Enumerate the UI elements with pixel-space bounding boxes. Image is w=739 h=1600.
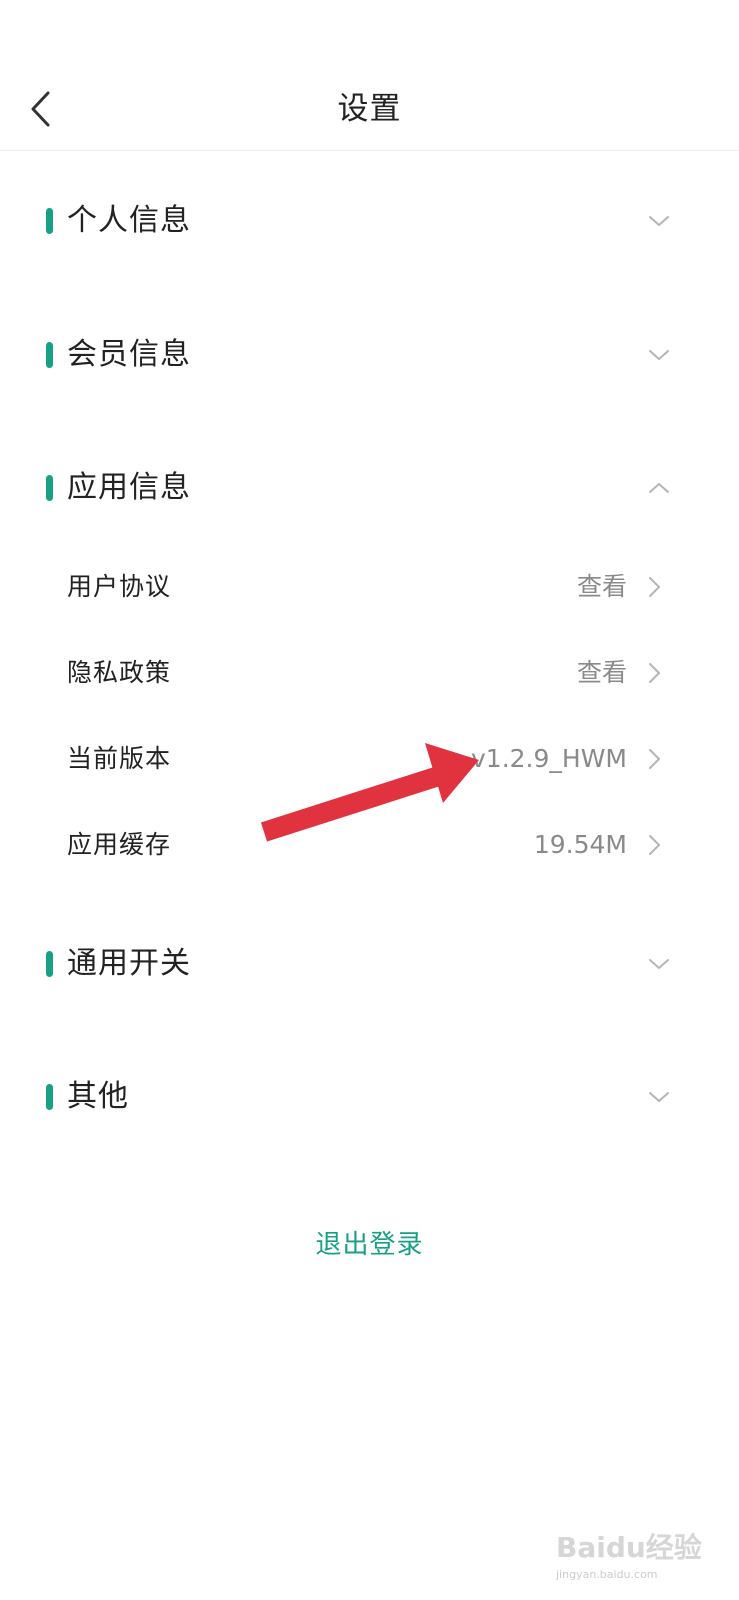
baidu-watermark-logo: Baidu经验 jingyan.baidu.com <box>556 1504 726 1584</box>
watermark-text: Baidu经验 <box>556 1531 702 1564</box>
section-other[interactable]: 其他 <box>0 1062 739 1132</box>
settings-page: 设置 个人信息 会员信息 应用信息 用户协议 查看 隐私政策 查看 当前版本 v… <box>0 0 739 1600</box>
cache-size-value: 19.54M <box>533 830 627 859</box>
chevron-right-icon <box>645 746 663 772</box>
row-label: 用户协议 <box>67 572 172 601</box>
row-user-agreement[interactable]: 用户协议 查看 <box>0 557 739 617</box>
row-app-cache[interactable]: 应用缓存 19.54M <box>0 815 739 875</box>
chevron-down-icon <box>646 952 672 976</box>
section-accent-bar <box>46 1084 53 1110</box>
row-current-version[interactable]: 当前版本 v1.2.9_HWM <box>0 729 739 789</box>
section-label: 个人信息 <box>67 203 191 238</box>
row-privacy-policy[interactable]: 隐私政策 查看 <box>0 643 739 703</box>
section-label: 应用信息 <box>67 470 191 505</box>
top-bar: 设置 <box>0 0 739 151</box>
section-label: 其他 <box>67 1079 129 1114</box>
section-accent-bar <box>46 208 53 234</box>
row-value: 查看 <box>576 572 627 601</box>
row-label: 应用缓存 <box>67 830 172 859</box>
section-accent-bar <box>46 475 53 501</box>
section-label: 通用开关 <box>67 946 191 981</box>
logout-button[interactable]: 退出登录 <box>0 1220 739 1270</box>
section-general-switches[interactable]: 通用开关 <box>0 929 739 999</box>
chevron-down-icon <box>646 209 672 233</box>
section-app-info[interactable]: 应用信息 <box>0 453 739 523</box>
section-accent-bar <box>46 951 53 977</box>
chevron-up-icon <box>646 476 672 500</box>
section-label: 会员信息 <box>67 337 191 372</box>
row-label: 隐私政策 <box>67 658 172 687</box>
row-value: 查看 <box>576 658 627 687</box>
section-accent-bar <box>46 342 53 368</box>
section-member-info[interactable]: 会员信息 <box>0 320 739 390</box>
version-value: v1.2.9_HWM <box>471 744 627 773</box>
row-label: 当前版本 <box>67 744 172 773</box>
watermark-url: jingyan.baidu.com <box>556 1568 658 1581</box>
chevron-right-icon <box>645 574 663 600</box>
chevron-right-icon <box>645 832 663 858</box>
section-personal-info[interactable]: 个人信息 <box>0 186 739 256</box>
chevron-down-icon <box>646 1085 672 1109</box>
chevron-down-icon <box>646 343 672 367</box>
chevron-right-icon <box>645 660 663 686</box>
page-title: 设置 <box>337 91 402 127</box>
